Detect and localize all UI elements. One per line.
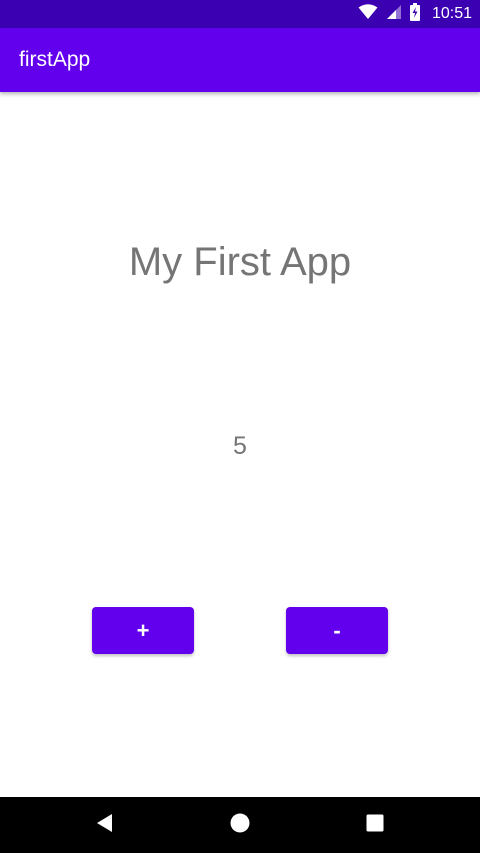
cellular-signal-icon (386, 4, 402, 25)
navigation-bar (0, 797, 480, 853)
status-icons: 10:51 (358, 0, 472, 28)
decrement-button[interactable]: - (286, 607, 388, 654)
app-bar: firstApp (0, 28, 480, 92)
status-time: 10:51 (431, 5, 472, 22)
status-bar: 10:51 (0, 0, 480, 28)
recents-icon (366, 814, 384, 837)
main-content: My First App 5 + - (0, 92, 480, 797)
counter-value: 5 (233, 432, 247, 460)
back-button[interactable] (77, 797, 133, 853)
wifi-icon (358, 3, 378, 25)
page-heading: My First App (128, 240, 352, 284)
home-button[interactable] (212, 797, 268, 853)
back-icon (95, 813, 115, 838)
increment-button[interactable]: + (92, 607, 194, 654)
home-icon (230, 813, 250, 838)
battery-charging-icon (409, 2, 420, 26)
recents-button[interactable] (347, 797, 403, 853)
app-title: firstApp (19, 48, 91, 71)
